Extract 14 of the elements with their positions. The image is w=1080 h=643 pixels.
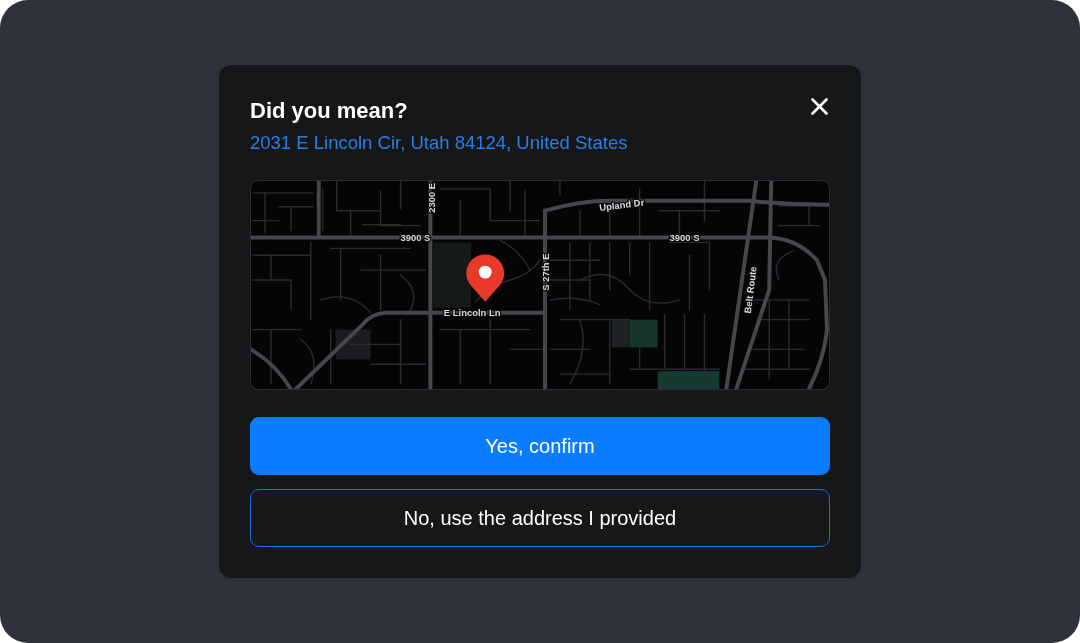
street-label: S 27th E	[540, 253, 552, 291]
street-label: Belt Route	[741, 265, 759, 314]
alternative-button[interactable]: No, use the address I provided	[250, 489, 830, 547]
close-button[interactable]	[811, 98, 828, 115]
street-label: Upland Dr	[598, 196, 645, 213]
street-label: 3900 S	[669, 231, 700, 243]
map-pin-icon	[466, 254, 505, 302]
confirm-button[interactable]: Yes, confirm	[250, 417, 830, 475]
street-label: E Lincoln Ln	[443, 307, 501, 319]
street-label: 2300 E	[425, 182, 437, 213]
address-text: 2031 E Lincoln Cir, Utah 84124, United States	[250, 131, 629, 155]
close-icon	[811, 98, 828, 115]
street-label: 3900 S	[400, 231, 431, 243]
dialog-title: Did you mean?	[250, 97, 408, 125]
